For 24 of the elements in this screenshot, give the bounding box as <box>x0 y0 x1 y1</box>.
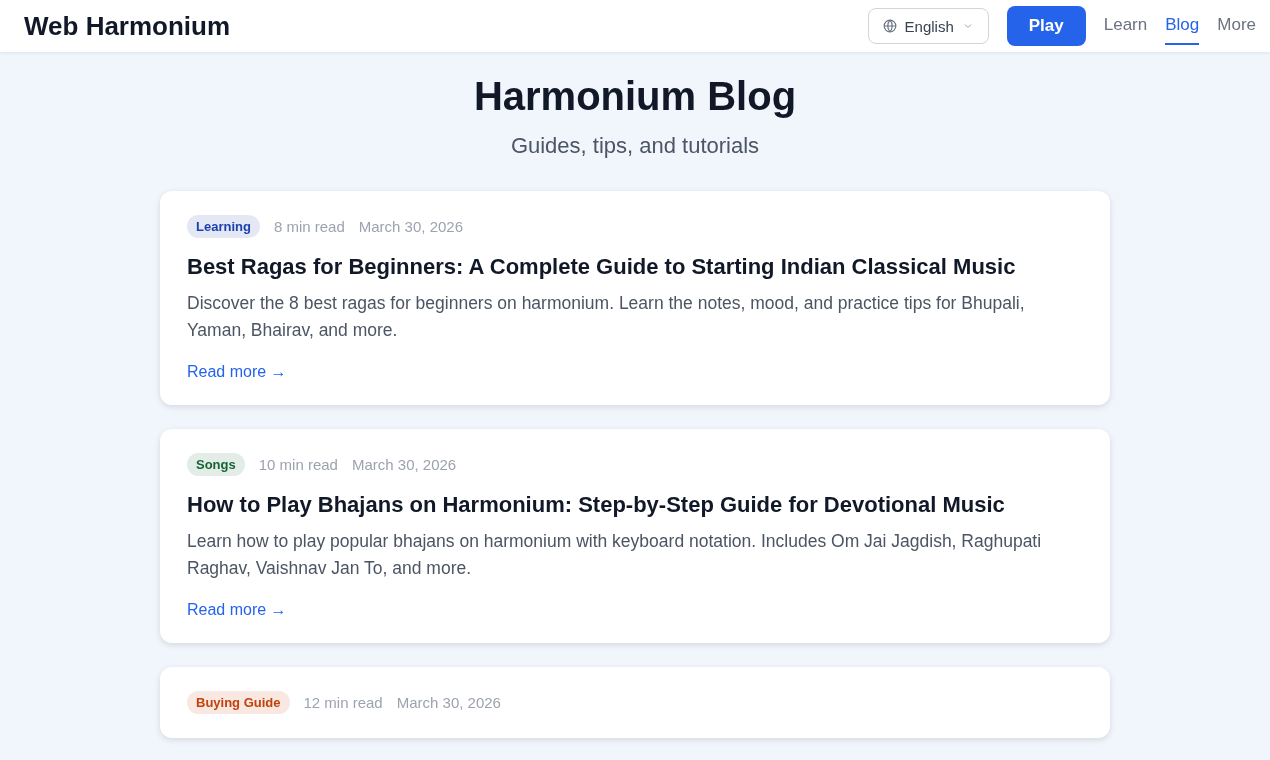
post-excerpt: Discover the 8 best ragas for beginners on harmonium. Learn the notes, mood, and practice tips for Bhupali, Yaman, Bhairav, and more. <box>187 292 1026 342</box>
post-date: March 30, 2026 <box>351 456 457 473</box>
nav-link[interactable]: Blog <box>1165 7 1200 45</box>
page-title: Harmonium Blog <box>472 74 798 119</box>
language-selector[interactable]: English <box>867 8 989 44</box>
brand-name: Web Harmonium <box>24 10 231 42</box>
category-tag: Songs <box>187 453 245 476</box>
post-date: March 30, 2026 <box>396 694 501 711</box>
read-time: 8 min read <box>273 218 345 235</box>
read-more-link[interactable]: Read more → <box>187 363 287 381</box>
play-button[interactable]: Play <box>1006 6 1086 46</box>
page-subtitle: Guides, tips, and tutorials <box>509 133 761 159</box>
post-title[interactable]: How to Play Bhajans on Harmonium: Step-by-Step Guide for Devotional Music <box>187 492 1083 518</box>
read-time: 12 min read <box>303 694 383 711</box>
globe-icon <box>882 19 897 33</box>
nav-link[interactable]: Learn <box>1103 7 1148 45</box>
post-date: March 30, 2026 <box>358 218 463 235</box>
read-time: 10 min read <box>258 456 338 473</box>
nav-link[interactable]: More <box>1217 7 1256 45</box>
post-excerpt: Learn how to play popular bhajans on harmonium with keyboard notation. Includes Om Jai Jagdish, Raghupati Raghav, Vaishnav Jan To, and more. <box>187 530 1043 580</box>
category-tag: Buying Guide <box>187 691 290 714</box>
post-title[interactable]: Best Ragas for Beginners: A Complete Guide to Starting Indian Classical Music <box>187 254 1083 280</box>
category-tag: Learning <box>187 215 260 238</box>
read-more-link[interactable]: Read more → <box>187 601 287 619</box>
